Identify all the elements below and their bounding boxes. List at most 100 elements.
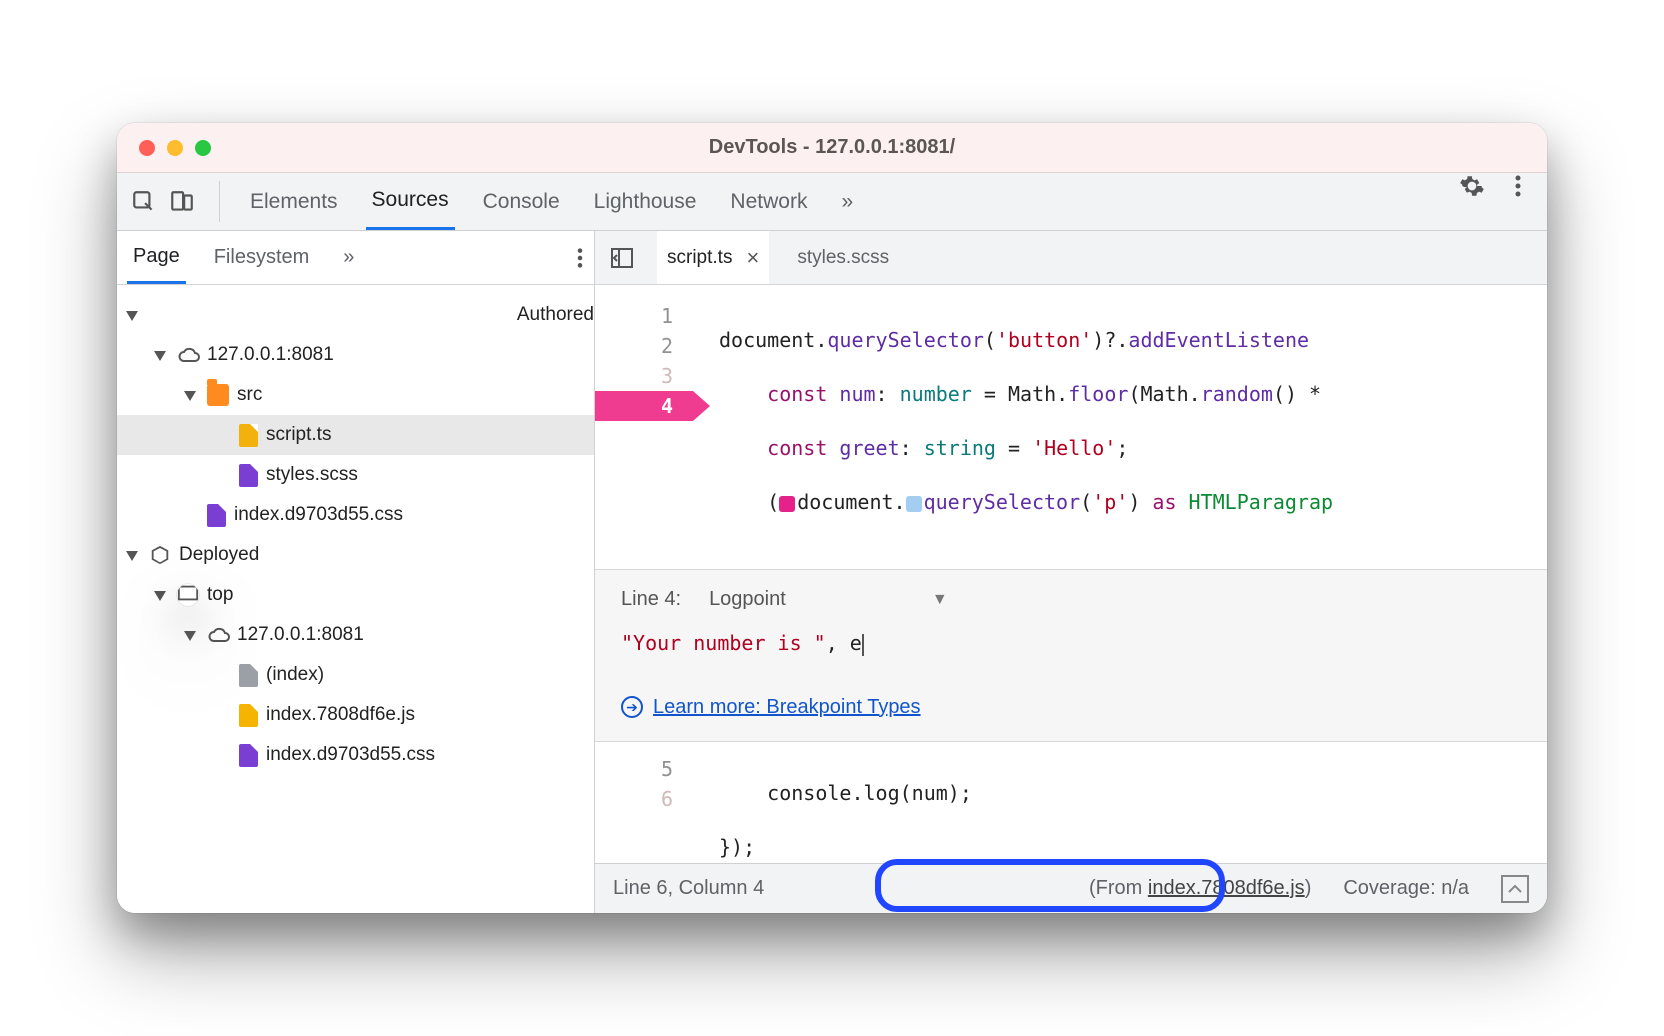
tree-label: top [207, 584, 233, 606]
tree-label: script.ts [266, 424, 331, 446]
frame-icon [177, 584, 199, 606]
logpoint-panel: Line 4: Logpoint ▼ "Your number is ", e … [595, 569, 1547, 742]
tree-label: Authored [517, 304, 594, 326]
line-number[interactable]: 6 [595, 784, 673, 814]
cube-icon [149, 544, 171, 566]
breakpoint-badge-icon [779, 496, 795, 512]
file-icon [239, 424, 258, 447]
editor-tab-label: styles.scss [797, 247, 889, 269]
disclosure-triangle-icon[interactable] [155, 348, 169, 362]
file-icon [239, 664, 258, 687]
file-tree: Authored 127.0.0.1:8081 src [117, 285, 594, 913]
disclosure-triangle-icon[interactable] [127, 548, 141, 562]
editor-pane: script.ts × styles.scss 1 2 3 4 document… [595, 231, 1547, 913]
tree-label: index.7808df6e.js [266, 704, 415, 726]
sidebar-kebab-icon[interactable] [566, 231, 594, 284]
tab-elements[interactable]: Elements [244, 173, 344, 230]
tab-overflow[interactable]: » [835, 173, 859, 230]
file-icon [207, 504, 226, 527]
breakpoint-badge-icon [906, 496, 922, 512]
tab-network[interactable]: Network [724, 173, 813, 230]
logpoint-expression-input[interactable]: "Your number is ", e [621, 631, 1521, 656]
disclosure-triangle-icon[interactable] [185, 628, 199, 642]
source-map-from: (From index.7808df6e.js) [1089, 877, 1311, 900]
editor-tabs: script.ts × styles.scss [595, 231, 1547, 285]
tree-file-script-ts[interactable]: script.ts [117, 415, 594, 455]
learn-more-link[interactable]: Learn more: Breakpoint Types [653, 696, 921, 719]
tree-label: (index) [266, 664, 324, 686]
navigator-toggle-icon[interactable] [605, 231, 639, 284]
device-toggle-icon[interactable] [169, 189, 195, 215]
gear-icon[interactable] [1457, 173, 1487, 199]
line-number[interactable]: 3 [595, 361, 673, 391]
cloud-icon [207, 624, 229, 646]
disclosure-triangle-icon[interactable] [155, 588, 169, 602]
line-gutter[interactable]: 1 2 3 4 [595, 285, 693, 565]
coverage-info: Coverage: n/a [1343, 877, 1469, 900]
breakpoint-type-value: Logpoint [709, 588, 786, 611]
editor-tab-styles-scss[interactable]: styles.scss [787, 231, 899, 284]
disclosure-triangle-icon[interactable] [185, 388, 199, 402]
tree-folder-src[interactable]: src [117, 375, 594, 415]
line-number[interactable]: 1 [595, 301, 673, 331]
drawer-toggle-icon[interactable] [1501, 875, 1529, 903]
editor-tab-label: script.ts [667, 247, 732, 269]
tree-label: 127.0.0.1:8081 [207, 344, 334, 366]
tree-group-deployed[interactable]: Deployed [117, 535, 594, 575]
tree-file-index[interactable]: (index) [117, 655, 594, 695]
tree-label: 127.0.0.1:8081 [237, 624, 364, 646]
file-icon [239, 744, 258, 767]
minimize-window-icon[interactable] [167, 140, 183, 156]
breakpoint-type-select[interactable]: Logpoint ▼ [709, 588, 948, 611]
kebab-menu-icon[interactable] [1509, 173, 1527, 199]
folder-icon [207, 384, 229, 406]
tab-sources[interactable]: Sources [366, 173, 455, 230]
tab-lighthouse[interactable]: Lighthouse [588, 173, 703, 230]
source-map-link[interactable]: index.7808df6e.js [1148, 877, 1305, 899]
sidebar-tab-filesystem[interactable]: Filesystem [208, 231, 316, 284]
tree-file-index-js[interactable]: index.7808df6e.js [117, 695, 594, 735]
close-icon[interactable]: × [746, 245, 759, 271]
tree-file-index-css-deployed[interactable]: index.d9703d55.css [117, 735, 594, 775]
disclosure-triangle-icon[interactable] [127, 308, 141, 322]
file-icon [239, 704, 258, 727]
navigator-sidebar: Page Filesystem » Authored [117, 231, 595, 913]
tab-console[interactable]: Console [477, 173, 566, 230]
sidebar-tab-overflow[interactable]: » [337, 231, 360, 284]
tree-host[interactable]: 127.0.0.1:8081 [117, 335, 594, 375]
file-icon [239, 464, 258, 487]
tree-label: Deployed [179, 544, 259, 566]
tree-label: index.d9703d55.css [266, 744, 435, 766]
sidebar-tabs: Page Filesystem » [117, 231, 594, 285]
toolbar-divider [219, 181, 220, 222]
window-title: DevTools - 127.0.0.1:8081/ [709, 136, 955, 159]
tree-label: index.d9703d55.css [234, 504, 403, 526]
traffic-lights [139, 140, 211, 156]
close-window-icon[interactable] [139, 140, 155, 156]
logpoint-line-label: Line 4: [621, 588, 681, 611]
line-number[interactable]: 2 [595, 331, 673, 361]
tree-group-authored[interactable]: Authored [117, 295, 594, 335]
status-bar: Line 6, Column 4 (From index.7808df6e.js… [595, 863, 1547, 913]
zoom-window-icon[interactable] [195, 140, 211, 156]
tree-file-styles-scss[interactable]: styles.scss [117, 455, 594, 495]
tree-file-index-css[interactable]: index.d9703d55.css [117, 495, 594, 535]
tree-label: styles.scss [266, 464, 358, 486]
titlebar: DevTools - 127.0.0.1:8081/ [117, 123, 1547, 173]
line-number[interactable]: 5 [595, 754, 673, 784]
sidebar-tab-page[interactable]: Page [127, 231, 186, 284]
inspect-icon[interactable] [131, 189, 157, 215]
arrow-circle-icon: ➔ [621, 696, 643, 718]
cloud-icon [177, 344, 199, 366]
cursor-position: Line 6, Column 4 [613, 877, 764, 900]
code-editor[interactable]: document.querySelector('button')?.addEve… [693, 285, 1547, 565]
editor-tab-script-ts[interactable]: script.ts × [657, 231, 769, 284]
tree-frame-top[interactable]: top [117, 575, 594, 615]
code-icon [149, 304, 509, 326]
tree-host-deployed[interactable]: 127.0.0.1:8081 [117, 615, 594, 655]
devtools-window: DevTools - 127.0.0.1:8081/ Elements Sour… [117, 123, 1547, 913]
chevron-down-icon: ▼ [932, 591, 948, 609]
logpoint-marker[interactable]: 4 [595, 391, 693, 421]
main-toolbar: Elements Sources Console Lighthouse Netw… [117, 173, 1547, 231]
tree-label: src [237, 384, 262, 406]
